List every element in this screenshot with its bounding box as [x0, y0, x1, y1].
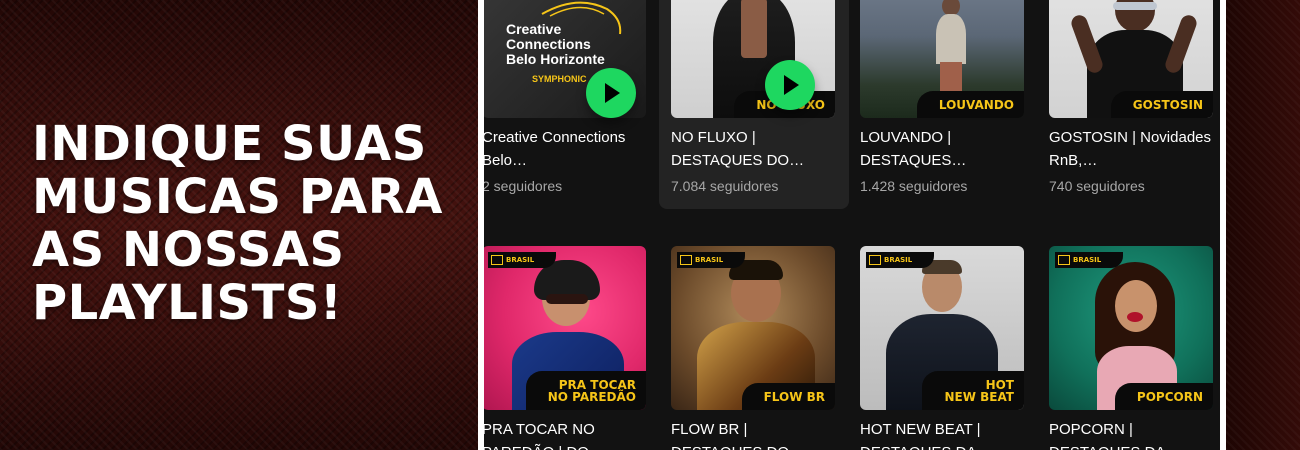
- headline-line: AS NOSSAS: [32, 222, 345, 278]
- cover-tag: GOSTOSIN: [1110, 91, 1213, 118]
- playlist-cover: BRASIL HOT NEW BEAT: [860, 246, 1024, 410]
- playlist-card-no-fluxo[interactable]: NO FLUXO NO FLUXO | DESTAQUES DO… 7.084 …: [659, 0, 849, 209]
- playlist-title[interactable]: HOT NEW BEAT | DESTAQUES DA…: [860, 418, 1028, 450]
- brasil-badge: BRASIL: [677, 252, 746, 268]
- playlist-card-popcorn[interactable]: BRASIL POPCORN POPCORN | DESTAQUES DA…: [1037, 246, 1220, 450]
- brasil-badge: BRASIL: [866, 252, 935, 268]
- playlist-followers: 740 seguidores: [1049, 178, 1145, 194]
- cover-subtitle: SYMPHONIC: [532, 74, 587, 84]
- playlist-cover: LOUVANDO: [860, 0, 1024, 118]
- headline-line: PLAYLISTS!: [32, 275, 343, 331]
- cover-title-line: Belo Horizonte: [506, 51, 605, 67]
- playlist-grid: Creative Connections Belo Horizonte SYMP…: [484, 0, 1220, 450]
- playlist-card-pra-tocar[interactable]: BRASIL PRA TOCAR NO PAREDÃO PRA TOCAR NO …: [484, 246, 660, 450]
- playlist-followers: 2 seguidores: [484, 178, 563, 194]
- playlist-title[interactable]: POPCORN | DESTAQUES DA…: [1049, 418, 1217, 450]
- cover-tag: PRA TOCAR NO PAREDÃO: [525, 371, 646, 410]
- cover-title-line: Connections: [506, 36, 591, 52]
- playlist-card-louvando[interactable]: LOUVANDO LOUVANDO | DESTAQUES… 1.428 seg…: [848, 0, 1038, 210]
- brasil-badge: BRASIL: [488, 252, 557, 268]
- app-window-frame: Creative Connections Belo Horizonte SYMP…: [478, 0, 1226, 450]
- background-right: [1226, 0, 1300, 450]
- cover-tag: HOT NEW BEAT: [922, 371, 1024, 410]
- cover-artist-photo: [934, 0, 968, 102]
- playlist-title[interactable]: PRA TOCAR NO PAREDÃO | DO…: [484, 418, 650, 450]
- playlist-card-creative-connections[interactable]: Creative Connections Belo Horizonte SYMP…: [484, 0, 660, 210]
- playlist-cover: BRASIL PRA TOCAR NO PAREDÃO: [484, 246, 646, 410]
- playlist-cover: BRASIL FLOW BR: [671, 246, 835, 410]
- playlist-followers: 7.084 seguidores: [671, 178, 779, 194]
- playlist-card-flow-br[interactable]: BRASIL FLOW BR FLOW BR | DESTAQUES DO…: [659, 246, 849, 450]
- playlist-title[interactable]: FLOW BR | DESTAQUES DO…: [671, 418, 839, 450]
- cover-tag: FLOW BR: [741, 383, 835, 410]
- playlist-card-gostosin[interactable]: GOSTOSIN GOSTOSIN | Novidades RnB,… 740 …: [1037, 0, 1220, 210]
- cover-title: Creative Connections Belo Horizonte: [506, 22, 605, 67]
- headline-line: INDIQUE SUAS: [32, 116, 427, 172]
- playlist-title[interactable]: LOUVANDO | DESTAQUES…: [860, 126, 1028, 172]
- headline-line: MUSICAS PARA: [32, 169, 443, 225]
- playlist-cover: GOSTOSIN: [1049, 0, 1213, 118]
- playlist-title[interactable]: Creative Connections Belo…: [484, 126, 650, 172]
- brasil-badge: BRASIL: [1055, 252, 1124, 268]
- cover-tag: POPCORN: [1114, 383, 1213, 410]
- playlist-title[interactable]: GOSTOSIN | Novidades RnB,…: [1049, 126, 1217, 172]
- cover-title-line: Creative: [506, 21, 562, 37]
- cover-tag: LOUVANDO: [916, 91, 1024, 118]
- playlist-cover: NO FLUXO: [671, 0, 835, 118]
- playlist-followers: 1.428 seguidores: [860, 178, 968, 194]
- playlist-title[interactable]: NO FLUXO | DESTAQUES DO…: [671, 126, 839, 172]
- playlist-cover: BRASIL POPCORN: [1049, 246, 1213, 410]
- playlist-card-hot-new-beat[interactable]: BRASIL HOTNEW BEAT HOT NEW BEAT | DESTAQ…: [848, 246, 1038, 450]
- play-icon[interactable]: [586, 68, 636, 118]
- headline: INDIQUE SUAS MUSICAS PARA AS NOSSAS PLAY…: [32, 118, 472, 330]
- play-icon[interactable]: [765, 60, 815, 110]
